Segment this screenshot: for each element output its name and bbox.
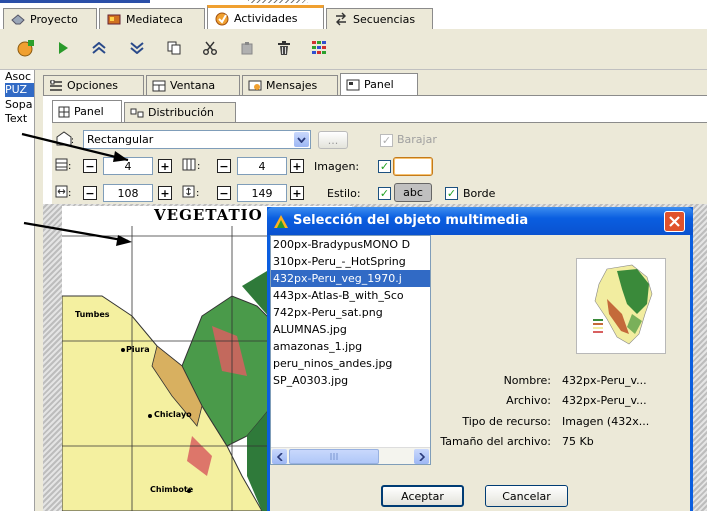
- dialog-titlebar: Selección del objeto multimedia: [267, 207, 693, 235]
- file-item[interactable]: ALUMNAS.jpg: [271, 321, 430, 338]
- dialog-title: Selección del objeto multimedia: [293, 213, 529, 228]
- chevron-right-icon: [418, 452, 425, 461]
- file-item[interactable]: peru_ninos_andes.jpg: [271, 355, 430, 372]
- grip-icon: [330, 453, 338, 460]
- prop-value-tipo: Imagen (432x...: [562, 415, 650, 428]
- scroll-right-button[interactable]: [414, 449, 429, 464]
- close-icon: [669, 216, 680, 227]
- prop-label-tamano: Tamaño del archivo:: [440, 435, 551, 448]
- prop-value-archivo: 432px-Peru_v...: [562, 394, 647, 407]
- prop-label-tipo: Tipo de recurso:: [462, 415, 551, 428]
- scroll-left-button[interactable]: [272, 449, 287, 464]
- media-thumbnail: [576, 258, 666, 354]
- file-item[interactable]: 742px-Peru_sat.png: [271, 304, 430, 321]
- prop-value-tamano: 75 Kb: [562, 435, 594, 448]
- scroll-thumb[interactable]: [289, 449, 379, 464]
- horizontal-scrollbar[interactable]: [271, 447, 430, 464]
- accept-button[interactable]: Aceptar: [381, 485, 464, 507]
- chevron-left-icon: [276, 452, 283, 461]
- file-item-selected[interactable]: 432px-Peru_veg_1970.j: [271, 270, 430, 287]
- thumbnail-map: [593, 264, 653, 345]
- cancel-button[interactable]: Cancelar: [485, 485, 568, 507]
- prop-value-nombre: 432px-Peru_v...: [562, 374, 647, 387]
- close-button[interactable]: [664, 211, 685, 232]
- prop-label-archivo: Archivo:: [506, 394, 551, 407]
- file-item[interactable]: amazonas_1.jpg: [271, 338, 430, 355]
- file-item[interactable]: 443px-Atlas-B_with_Sco: [271, 287, 430, 304]
- file-item[interactable]: 310px-Peru_-_HotSpring: [271, 253, 430, 270]
- dialog-app-icon: [274, 215, 288, 228]
- file-item[interactable]: SP_A0303.jpg: [271, 372, 430, 389]
- prop-label-nombre: Nombre:: [503, 374, 551, 387]
- file-item[interactable]: 200px-BradypusMONO D: [271, 236, 430, 253]
- media-selection-dialog: Selección del objeto multimedia 200px-Br…: [267, 207, 693, 511]
- file-list[interactable]: 200px-BradypusMONO D 310px-Peru_-_HotSpr…: [270, 235, 431, 465]
